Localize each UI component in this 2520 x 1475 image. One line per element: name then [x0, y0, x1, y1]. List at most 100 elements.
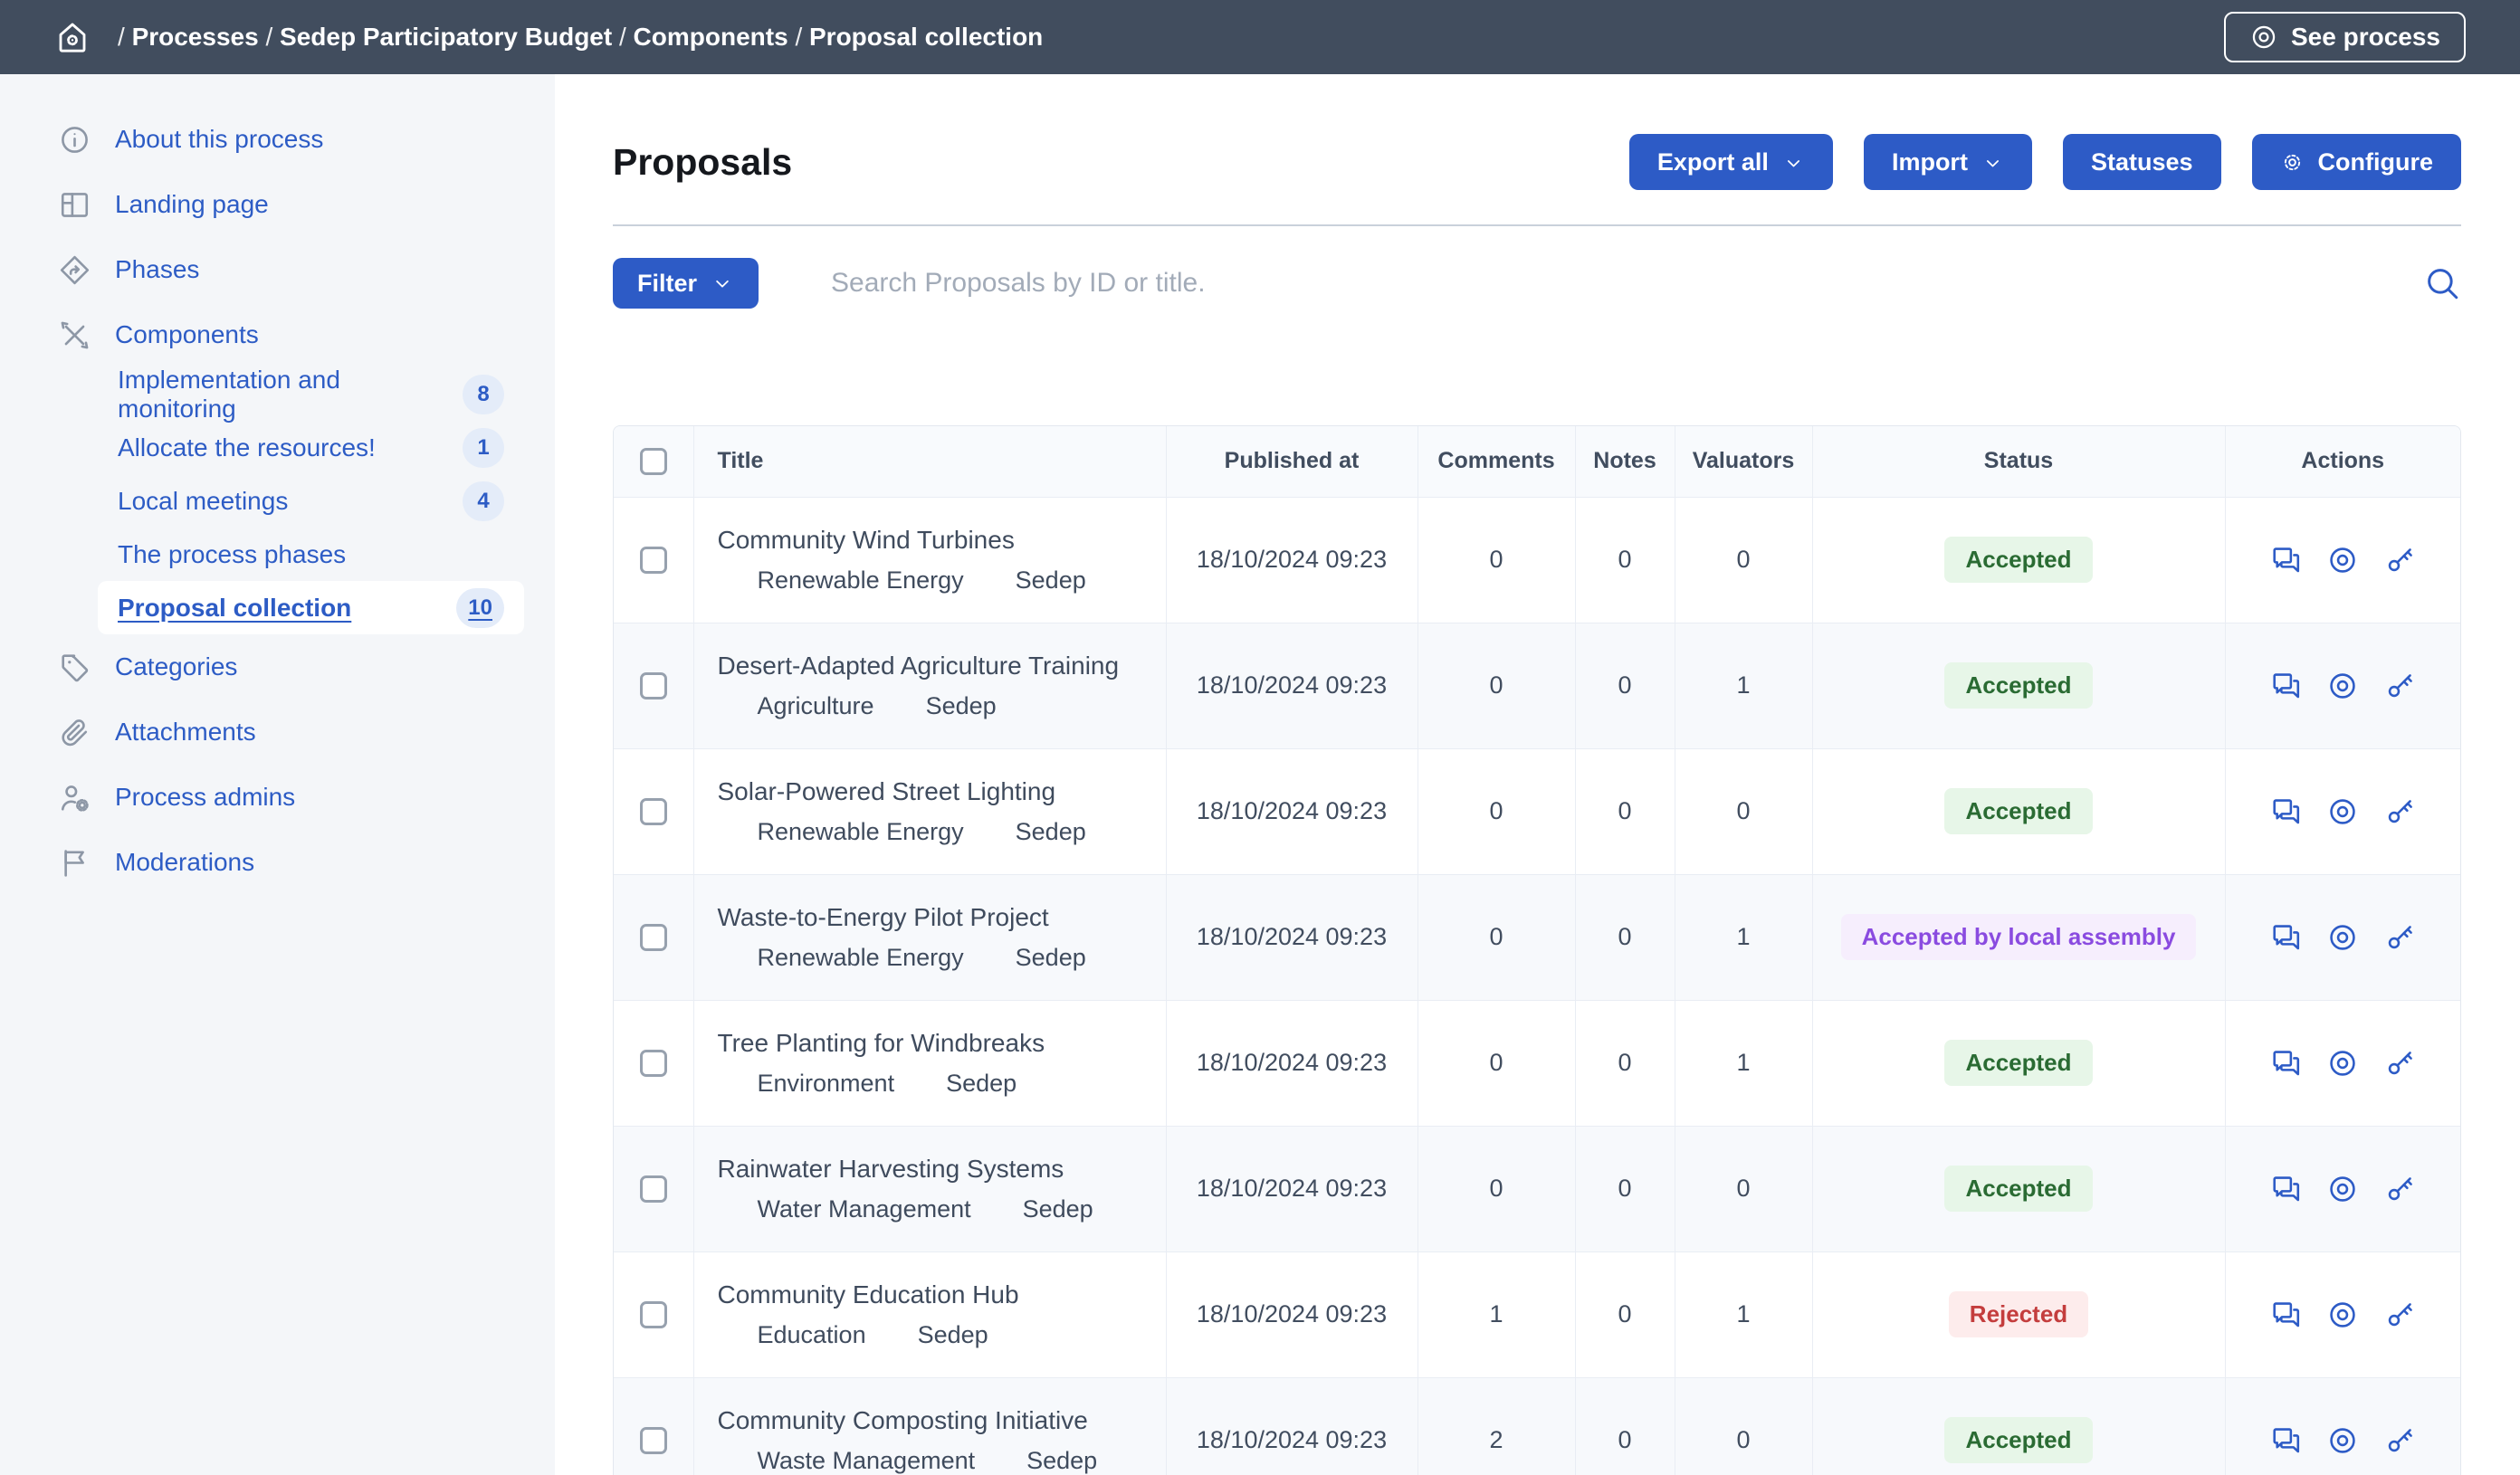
row-checkbox[interactable] — [640, 672, 667, 699]
permissions-icon[interactable] — [2383, 921, 2416, 954]
proposal-category: Water Management — [758, 1195, 971, 1223]
proposal-title[interactable]: Community Education Hub — [718, 1280, 1166, 1309]
sidebar-item-components[interactable]: Components — [0, 302, 555, 367]
published-at-cell: 18/10/2024 09:23 — [1166, 748, 1418, 874]
row-checkbox[interactable] — [640, 1427, 667, 1454]
notes-cell: 0 — [1575, 1377, 1675, 1475]
sidebar-item-allocate-the-resources[interactable]: Allocate the resources! 1 — [98, 421, 524, 474]
breadcrumb-item[interactable]: Processes — [132, 23, 259, 51]
configure-button[interactable]: Configure — [2252, 134, 2462, 190]
published-at-cell: 18/10/2024 09:23 — [1166, 874, 1418, 1000]
export-all-button[interactable]: Export all — [1629, 134, 1833, 190]
answer-icon[interactable] — [2269, 795, 2302, 828]
scope-icon — [976, 944, 1004, 972]
sidebar-item-landing-page[interactable]: Landing page — [0, 172, 555, 237]
comments-cell: 0 — [1418, 874, 1575, 1000]
sidebar-item-phases[interactable]: Phases — [0, 237, 555, 302]
row-checkbox[interactable] — [640, 547, 667, 574]
sidebar-item-categories[interactable]: Categories — [0, 634, 555, 699]
import-button[interactable]: Import — [1864, 134, 2032, 190]
scope-icon — [976, 566, 1004, 595]
answer-icon[interactable] — [2269, 1047, 2302, 1080]
sidebar-item-the-process-phases[interactable]: The process phases — [98, 528, 524, 581]
tag-icon — [718, 692, 746, 720]
sidebar-item-process-admins[interactable]: Process admins — [0, 765, 555, 830]
breadcrumb-item[interactable]: Proposal collection — [809, 23, 1043, 51]
permissions-icon[interactable] — [2383, 795, 2416, 828]
sidebar-item-label: The process phases — [118, 540, 346, 569]
permissions-icon[interactable] — [2383, 670, 2416, 702]
preview-icon[interactable] — [2326, 921, 2359, 954]
sidebar-item-implementation-and-monitoring[interactable]: Implementation and monitoring 8 — [98, 367, 524, 421]
row-actions — [2226, 1173, 2461, 1205]
column-header-valuators: Valuators — [1675, 426, 1812, 497]
chevron-down-icon — [1981, 151, 2004, 174]
proposal-title[interactable]: Rainwater Harvesting Systems — [718, 1155, 1166, 1184]
row-checkbox[interactable] — [640, 1175, 667, 1203]
answer-icon[interactable] — [2269, 1424, 2302, 1457]
sidebar-item-label: Categories — [115, 652, 237, 681]
search-input[interactable] — [831, 268, 2423, 299]
sidebar-item-attachments[interactable]: Attachments — [0, 699, 555, 765]
permissions-icon[interactable] — [2383, 1047, 2416, 1080]
proposal-title[interactable]: Waste-to-Energy Pilot Project — [718, 903, 1166, 932]
filter-button[interactable]: Filter — [613, 258, 759, 309]
answer-icon[interactable] — [2269, 544, 2302, 576]
preview-icon[interactable] — [2326, 1173, 2359, 1205]
row-checkbox[interactable] — [640, 798, 667, 825]
flag-icon — [58, 846, 91, 880]
column-header-status: Status — [1812, 426, 2225, 497]
proposal-scope: Sedep — [918, 1321, 988, 1349]
published-at-cell: 18/10/2024 09:23 — [1166, 1126, 1418, 1251]
proposal-title[interactable]: Community Wind Turbines — [718, 526, 1166, 555]
preview-icon[interactable] — [2326, 1424, 2359, 1457]
sidebar-item-moderations[interactable]: Moderations — [0, 830, 555, 895]
preview-icon[interactable] — [2326, 544, 2359, 576]
table-row: Community Wind Turbines Renewable Energy… — [614, 497, 2460, 623]
sidebar-item-label: Process admins — [115, 783, 295, 812]
preview-icon[interactable] — [2326, 670, 2359, 702]
row-checkbox[interactable] — [640, 924, 667, 951]
see-process-button[interactable]: See process — [2224, 12, 2466, 62]
proposal-title[interactable]: Community Composting Initiative — [718, 1406, 1166, 1435]
answer-icon[interactable] — [2269, 1299, 2302, 1331]
home-icon[interactable] — [54, 19, 91, 55]
breadcrumb-item[interactable]: Sedep Participatory Budget — [280, 23, 612, 51]
scope-icon — [886, 692, 914, 720]
permissions-icon[interactable] — [2383, 1299, 2416, 1331]
permissions-icon[interactable] — [2383, 544, 2416, 576]
valuators-cell: 1 — [1675, 1251, 1812, 1377]
row-checkbox[interactable] — [640, 1050, 667, 1077]
preview-icon[interactable] — [2326, 795, 2359, 828]
column-header-comments: Comments — [1418, 426, 1575, 497]
tag-icon — [718, 944, 746, 972]
permissions-icon[interactable] — [2383, 1173, 2416, 1205]
row-checkbox[interactable] — [640, 1301, 667, 1328]
proposal-title[interactable]: Desert-Adapted Agriculture Training — [718, 652, 1166, 680]
breadcrumb-item[interactable]: Components — [634, 23, 788, 51]
proposal-category: Renewable Energy — [758, 566, 964, 595]
valuators-cell: 1 — [1675, 874, 1812, 1000]
sidebar-item-label: Proposal collection — [118, 594, 351, 623]
answer-icon[interactable] — [2269, 1173, 2302, 1205]
select-all-checkbox[interactable] — [640, 448, 667, 475]
sidebar-item-local-meetings[interactable]: Local meetings 4 — [98, 474, 524, 528]
search-icon[interactable] — [2423, 264, 2461, 302]
proposal-scope: Sedep — [926, 692, 997, 720]
answer-icon[interactable] — [2269, 921, 2302, 954]
preview-icon[interactable] — [2326, 1299, 2359, 1331]
sidebar-item-label: Moderations — [115, 848, 254, 877]
proposals-table: Title Published at Comments Notes Valuat… — [613, 425, 2461, 1475]
scope-icon — [976, 818, 1004, 846]
sidebar-item-about-this-process[interactable]: About this process — [0, 107, 555, 172]
permissions-icon[interactable] — [2383, 1424, 2416, 1457]
sidebar-item-proposal-collection[interactable]: Proposal collection 10 — [98, 581, 524, 634]
proposal-title[interactable]: Solar-Powered Street Lighting — [718, 777, 1166, 806]
main-content: Proposals Export all Import Statuses — [555, 74, 2520, 1475]
answer-icon[interactable] — [2269, 670, 2302, 702]
published-at-cell: 18/10/2024 09:23 — [1166, 1000, 1418, 1126]
proposal-title[interactable]: Tree Planting for Windbreaks — [718, 1029, 1166, 1058]
statuses-button[interactable]: Statuses — [2063, 134, 2221, 190]
row-actions — [2226, 795, 2461, 828]
preview-icon[interactable] — [2326, 1047, 2359, 1080]
